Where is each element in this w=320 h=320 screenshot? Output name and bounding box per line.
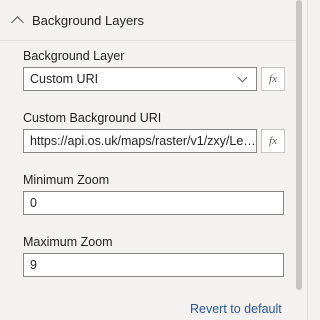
chevron-up-icon[interactable]: [11, 15, 24, 29]
minimum-zoom-input[interactable]: 0: [23, 191, 284, 215]
background-layer-fx-button[interactable]: fx: [261, 67, 285, 91]
custom-uri-fx-button[interactable]: fx: [261, 129, 285, 153]
background-layer-value: Custom URI: [30, 72, 99, 86]
custom-uri-value: https://api.os.uk/maps/raster/v1/zxy/Lei…: [30, 134, 256, 148]
chevron-down-icon: [237, 72, 248, 82]
custom-uri-label: Custom Background URI: [23, 111, 162, 125]
background-layer-label: Background Layer: [23, 49, 125, 63]
minimum-zoom-value: 0: [30, 196, 37, 210]
scrollbar-track[interactable]: [300, 0, 317, 320]
format-pane: Background Layers Background Layer Custo…: [0, 0, 300, 320]
pane-divider: [307, 0, 308, 320]
scrollbar-thumb[interactable]: [296, 0, 302, 290]
background-layer-dropdown[interactable]: Custom URI: [23, 67, 257, 91]
maximum-zoom-label: Maximum Zoom: [23, 235, 113, 249]
maximum-zoom-value: 9: [30, 258, 37, 272]
revert-to-default-link[interactable]: Revert to default: [190, 302, 282, 316]
background-layers-section-header[interactable]: Background Layers: [0, 0, 300, 41]
minimum-zoom-label: Minimum Zoom: [23, 173, 110, 187]
custom-uri-input[interactable]: https://api.os.uk/maps/raster/v1/zxy/Lei…: [23, 129, 257, 153]
section-title: Background Layers: [32, 12, 145, 28]
maximum-zoom-input[interactable]: 9: [23, 253, 284, 277]
